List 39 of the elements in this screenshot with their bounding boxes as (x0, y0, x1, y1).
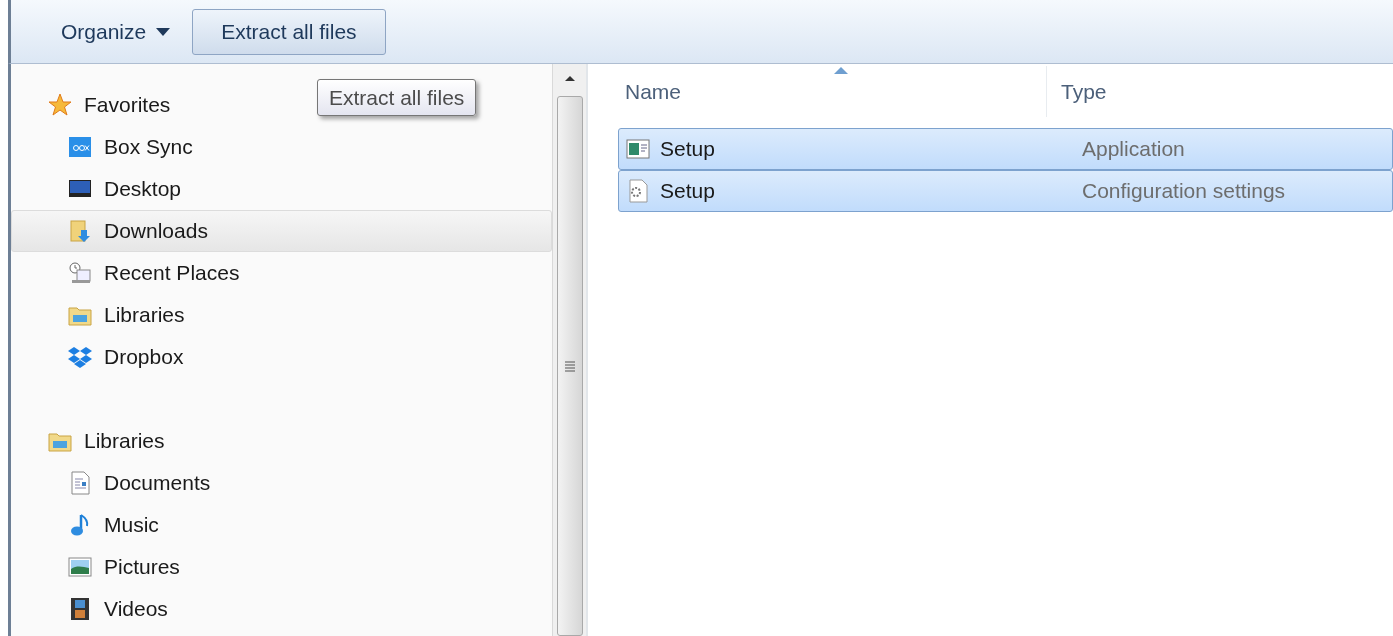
application-window-icon (626, 137, 650, 161)
tooltip: Extract all files (317, 79, 477, 116)
scrollbar-thumb[interactable] (556, 96, 583, 636)
organize-menu-button[interactable]: Organize (61, 15, 171, 48)
navigation-item[interactable]: Desktop (61, 168, 189, 210)
landscape-picture-icon (68, 555, 92, 579)
folder-with-down-arrow-icon (68, 219, 92, 243)
navigation-item[interactable]: Videos (61, 588, 175, 630)
settings-file-icon (626, 179, 650, 203)
navigation-item[interactable]: Favorites (41, 84, 178, 126)
star-icon (48, 93, 72, 117)
navigation-item[interactable]: Downloads (11, 210, 552, 252)
scrollbar[interactable] (552, 64, 586, 636)
file-name: Setup (660, 136, 715, 163)
document-icon (68, 471, 92, 495)
film-strip-icon (68, 597, 92, 621)
navigation-item[interactable]: Pictures (61, 546, 187, 588)
navigation-item[interactable]: Music (61, 504, 166, 546)
column-header[interactable]: Name (588, 66, 1046, 117)
dropbox-logo-icon (68, 345, 92, 369)
dropdown-caret-icon (156, 27, 171, 36)
grip-icon (563, 360, 576, 372)
file-name: Setup (660, 178, 715, 205)
navigation-item[interactable]: Libraries (41, 420, 172, 462)
scroll-up-arrow-icon[interactable] (563, 74, 576, 82)
file-type: Configuration settings (1081, 178, 1286, 205)
file-type: Application (1081, 136, 1185, 163)
file-row[interactable]: Setup Application (618, 128, 1393, 170)
navigation-item[interactable]: Documents (61, 462, 218, 504)
clock-and-window-icon (68, 261, 92, 285)
sort-ascending-arrow-icon (834, 67, 848, 74)
navigation-item[interactable]: Recent Places (61, 252, 247, 294)
box-logo-icon (68, 135, 92, 159)
navigation-item[interactable]: Dropbox (61, 336, 191, 378)
extract-all-files-button[interactable]: Extract all files (192, 8, 386, 55)
navigation-item[interactable]: Box Sync (61, 126, 200, 168)
file-row[interactable]: Setup Configuration settings (618, 170, 1393, 212)
column-header[interactable]: Type (1046, 66, 1393, 117)
navigation-item[interactable]: Libraries (61, 294, 192, 336)
